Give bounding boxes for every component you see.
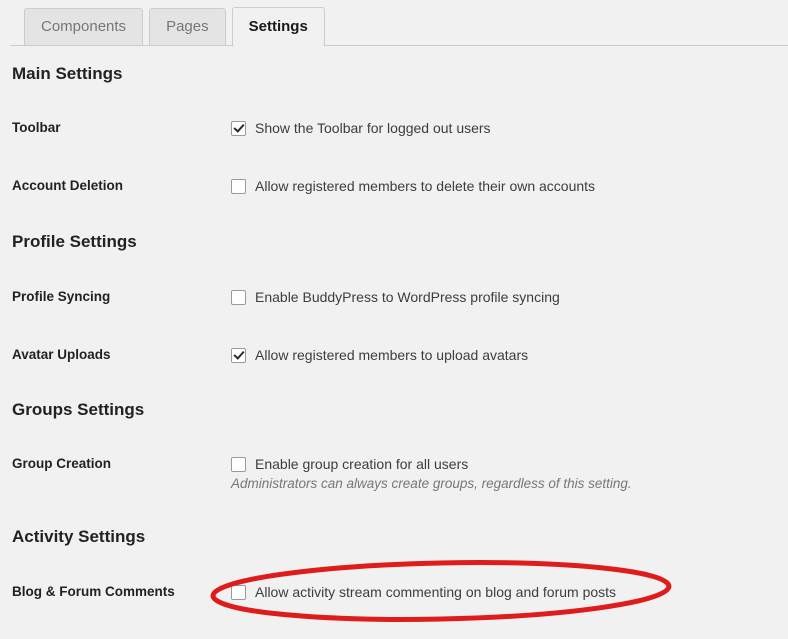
checkbox-label-profile-syncing[interactable]: Enable BuddyPress to WordPress profile s… bbox=[255, 289, 560, 305]
section-title-groups-settings: Groups Settings bbox=[12, 400, 145, 419]
row-label-group-creation: Group Creation bbox=[12, 456, 112, 471]
tab-list: Components Pages Settings bbox=[24, 7, 331, 47]
checkbox-label-group-creation[interactable]: Enable group creation for all users bbox=[255, 456, 468, 472]
row-label-avatar-uploads: Avatar Uploads bbox=[12, 347, 111, 362]
checkbox-row-avatar-uploads[interactable]: Allow registered members to upload avata… bbox=[231, 347, 528, 363]
settings-form: Main Settings Toolbar Show the Toolbar f… bbox=[0, 46, 788, 639]
tab-components[interactable]: Components bbox=[24, 8, 144, 46]
checkbox-label-account-deletion[interactable]: Allow registered members to delete their… bbox=[255, 178, 595, 194]
row-control-account-deletion: Allow registered members to delete their… bbox=[231, 178, 595, 194]
row-control-toolbar: Show the Toolbar for logged out users bbox=[231, 120, 491, 136]
checkbox-blog-forum-comments[interactable] bbox=[231, 585, 246, 600]
checkbox-label-toolbar[interactable]: Show the Toolbar for logged out users bbox=[255, 120, 491, 136]
checkbox-row-account-deletion[interactable]: Allow registered members to delete their… bbox=[231, 178, 595, 194]
section-title-profile-settings: Profile Settings bbox=[12, 232, 137, 251]
checkbox-group-creation[interactable] bbox=[231, 457, 246, 472]
row-control-profile-syncing: Enable BuddyPress to WordPress profile s… bbox=[231, 289, 560, 305]
checkbox-profile-syncing[interactable] bbox=[231, 290, 246, 305]
section-title-activity-settings: Activity Settings bbox=[12, 527, 146, 546]
checkbox-row-blog-forum-comments[interactable]: Allow activity stream commenting on blog… bbox=[231, 584, 616, 600]
section-title-main-settings: Main Settings bbox=[12, 64, 123, 83]
checkbox-label-avatar-uploads[interactable]: Allow registered members to upload avata… bbox=[255, 347, 528, 363]
row-label-blog-forum-comments: Blog & Forum Comments bbox=[12, 584, 175, 599]
row-label-account-deletion: Account Deletion bbox=[12, 178, 124, 193]
checkbox-row-toolbar[interactable]: Show the Toolbar for logged out users bbox=[231, 120, 491, 136]
row-control-group-creation: Enable group creation for all users bbox=[231, 456, 468, 472]
checkbox-label-blog-forum-comments[interactable]: Allow activity stream commenting on blog… bbox=[255, 584, 616, 600]
row-control-blog-forum-comments: Allow activity stream commenting on blog… bbox=[231, 584, 616, 600]
tab-pages[interactable]: Pages bbox=[149, 8, 226, 46]
settings-tab-bar: Components Pages Settings bbox=[0, 0, 788, 47]
checkbox-row-profile-syncing[interactable]: Enable BuddyPress to WordPress profile s… bbox=[231, 289, 560, 305]
checkbox-toolbar[interactable] bbox=[231, 121, 246, 136]
checkbox-account-deletion[interactable] bbox=[231, 179, 246, 194]
row-label-profile-syncing: Profile Syncing bbox=[12, 289, 111, 304]
row-label-toolbar: Toolbar bbox=[12, 120, 61, 135]
tab-settings[interactable]: Settings bbox=[231, 7, 325, 47]
row-description-group-creation: Administrators can always create groups,… bbox=[231, 476, 632, 491]
checkbox-row-group-creation[interactable]: Enable group creation for all users bbox=[231, 456, 468, 472]
row-control-avatar-uploads: Allow registered members to upload avata… bbox=[231, 347, 528, 363]
checkbox-avatar-uploads[interactable] bbox=[231, 348, 246, 363]
